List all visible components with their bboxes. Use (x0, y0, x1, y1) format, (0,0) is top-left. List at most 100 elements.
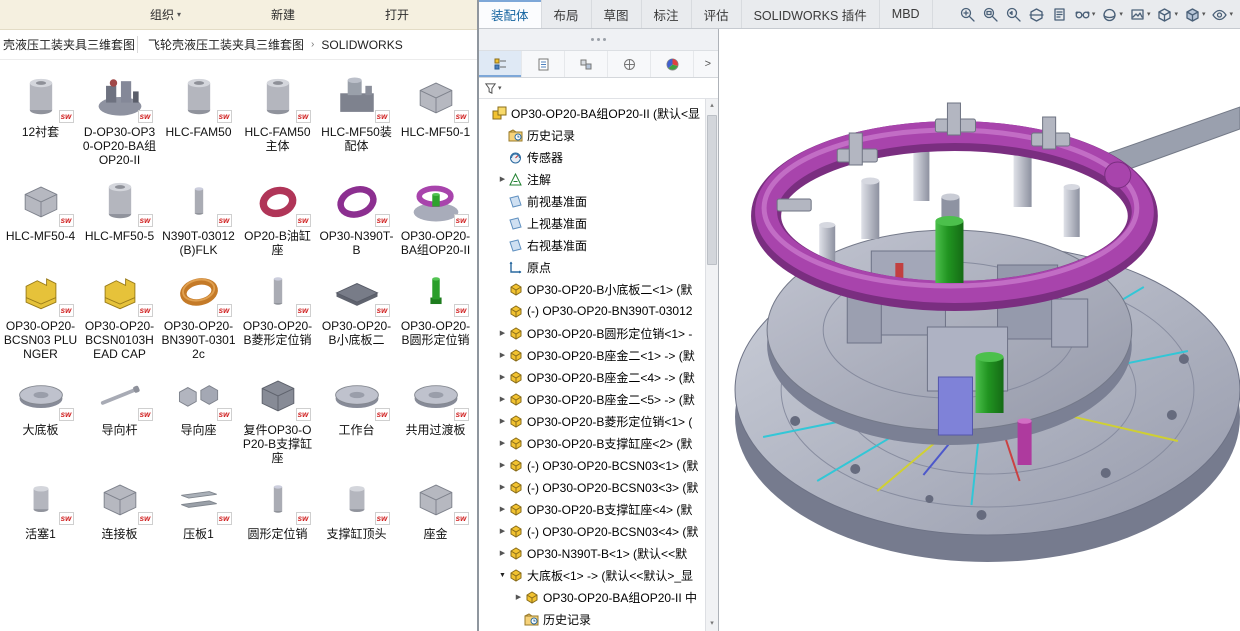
scrollbar-thumb[interactable] (707, 115, 717, 265)
scroll-up-icon[interactable]: ▴ (706, 99, 718, 113)
annotation-view-icon[interactable] (1048, 4, 1071, 25)
zoom-fit-icon[interactable] (956, 4, 979, 25)
tree-item[interactable]: 历史记录 (479, 608, 705, 630)
displaymanager-tab[interactable] (651, 51, 694, 77)
expand-arrow-icon[interactable]: ▶ (497, 351, 508, 359)
graphics-area[interactable] (719, 29, 1240, 631)
tree-item[interactable]: ▶ OP30-OP20-B菱形定位销<1> ( (479, 410, 705, 432)
file-item[interactable]: sw HLC-MF50-5 (81, 176, 159, 257)
tree-item[interactable]: ▶ OP30-OP20-B座金二<1> -> (默 (479, 344, 705, 366)
open-button[interactable]: 打开 (375, 3, 419, 26)
tree-item[interactable]: ▼ 大底板<1> -> (默认<<默认>_显 (479, 564, 705, 586)
tree-item[interactable]: ▶ OP30-OP20-B圆形定位销<1> - (479, 322, 705, 344)
file-item[interactable]: sw 压板1 (160, 474, 238, 541)
file-item[interactable]: sw 座金 (397, 474, 475, 541)
tree-item[interactable]: OP30-OP20-B小底板二<1> (默 (479, 278, 705, 300)
file-item[interactable]: sw 12衬套 (2, 72, 80, 167)
tree-item[interactable]: ▶ (-) OP30-OP20-BCSN03<4> (默 (479, 520, 705, 542)
file-item[interactable]: sw HLC-FAM50 (160, 72, 238, 167)
file-item[interactable]: sw OP20-B油缸座 (239, 176, 317, 257)
view-orientation-icon[interactable]: ▾ (1153, 4, 1181, 25)
tree-item[interactable]: ▶ (-) OP30-OP20-BCSN03<1> (默 (479, 454, 705, 476)
file-item[interactable]: sw HLC-FAM50主体 (239, 72, 317, 167)
expand-arrow-icon[interactable]: ▶ (497, 373, 508, 381)
tree-item[interactable]: 历史记录 (479, 124, 705, 146)
file-item[interactable]: sw 支撑缸顶头 (318, 474, 396, 541)
expand-arrow-icon[interactable]: ▼ (497, 572, 508, 579)
tree-item[interactable]: ▶ 注解 (479, 168, 705, 190)
panel-splitter-handle[interactable] (591, 38, 606, 41)
scroll-down-icon[interactable]: ▾ (706, 617, 718, 631)
tree-item[interactable]: 原点 (479, 256, 705, 278)
file-item[interactable]: sw 连接板 (81, 474, 159, 541)
file-item[interactable]: sw 导向杆 (81, 370, 159, 465)
display-style-icon[interactable]: ▾ (1181, 4, 1209, 25)
expand-arrow-icon[interactable]: ▶ (497, 461, 508, 469)
section-view-icon[interactable] (1025, 4, 1048, 25)
tree-item[interactable]: ▶ OP30-N390T-B<1> (默认<<默 (479, 542, 705, 564)
file-item[interactable]: sw OP30-OP20-BCSN0103HEAD CAP (81, 266, 159, 361)
zoom-previous-icon[interactable] (1002, 4, 1025, 25)
tree-item[interactable]: 上视基准面 (479, 212, 705, 234)
file-item[interactable]: sw N390T-03012(B)FLK (160, 176, 238, 257)
tab-mbd[interactable]: MBD (880, 0, 933, 28)
file-item[interactable]: sw 大底板 (2, 370, 80, 465)
file-item[interactable]: sw 复件OP30-OP20-B支撑缸座 (239, 370, 317, 465)
file-item[interactable]: sw 工作台 (318, 370, 396, 465)
tab-evaluate[interactable]: 评估 (692, 0, 742, 28)
file-item[interactable]: sw OP30-N390T-B (318, 176, 396, 257)
tree-item[interactable]: OP30-OP20-BA组OP20-II (默认<显 (479, 102, 705, 124)
filter-icon[interactable] (484, 82, 497, 95)
file-item[interactable]: sw 活塞1 (2, 474, 80, 541)
file-item[interactable]: sw 圆形定位销 (239, 474, 317, 541)
expand-arrow-icon[interactable]: ▶ (497, 439, 508, 447)
file-item[interactable]: sw OP30-OP20-BA组OP20-II (397, 176, 475, 257)
tree-item[interactable]: ▶ OP30-OP20-B座金二<5> -> (默 (479, 388, 705, 410)
file-item[interactable]: sw HLC-MF50-1 (397, 72, 475, 167)
tree-scrollbar[interactable]: ▴ ▾ (705, 99, 718, 631)
tree-item[interactable]: ▶ OP30-OP20-B支撑缸座<2> (默 (479, 432, 705, 454)
file-item[interactable]: sw OP30-OP20-B圆形定位销 (397, 266, 475, 361)
expand-arrow-icon[interactable]: ▶ (497, 417, 508, 425)
expand-arrow-icon[interactable]: ▶ (497, 175, 508, 183)
file-item[interactable]: sw OP30-OP20-B菱形定位销 (239, 266, 317, 361)
featuremanager-design-tree-tab[interactable] (479, 51, 522, 77)
hide-show-icon[interactable]: ▾ (1071, 4, 1099, 25)
expand-arrow-icon[interactable]: ▶ (497, 395, 508, 403)
file-item[interactable]: sw HLC-MF50-4 (2, 176, 80, 257)
tree-item[interactable]: ▶ OP30-OP20-B座金二<4> -> (默 (479, 366, 705, 388)
folder-tab[interactable]: 壳液压工装夹具三维套图 (0, 36, 138, 53)
visibility-options-icon[interactable]: ▾ (1208, 4, 1236, 25)
tab-layout[interactable]: 布局 (542, 0, 592, 28)
expand-arrow-icon[interactable]: ▶ (497, 549, 508, 557)
appearance-icon[interactable]: ▾ (1098, 4, 1126, 25)
tree-item[interactable]: ▶ (-) OP30-OP20-BCSN03<3> (默 (479, 476, 705, 498)
tree-item[interactable]: (-) OP30-OP20-BN390T-03012 (479, 300, 705, 322)
file-item[interactable]: sw 共用过渡板 (397, 370, 475, 465)
expand-arrow-icon[interactable]: ▶ (497, 329, 508, 337)
tree-item[interactable]: 右视基准面 (479, 234, 705, 256)
tab-assembly[interactable]: 装配体 (479, 0, 542, 28)
propertymanager-tab[interactable] (522, 51, 565, 77)
expand-arrow-icon[interactable]: ▶ (497, 527, 508, 535)
tab-sketch[interactable]: 草图 (592, 0, 642, 28)
expand-arrow-icon[interactable]: ▶ (513, 593, 524, 601)
expand-arrow-icon[interactable]: ▶ (497, 483, 508, 491)
tree-item[interactable]: ▶ OP30-OP20-B支撑缸座<4> (默 (479, 498, 705, 520)
file-item[interactable]: sw OP30-OP20-B小底板二 (318, 266, 396, 361)
panel-tabs-overflow-button[interactable]: > (698, 51, 718, 77)
file-item[interactable]: sw D-OP30-OP30-OP20-BA组OP20-II (81, 72, 159, 167)
tree-item[interactable]: ▶ OP30-OP20-BA组OP20-II 中 (479, 586, 705, 608)
tab-annotate[interactable]: 标注 (642, 0, 692, 28)
zoom-area-icon[interactable] (979, 4, 1002, 25)
tree-item[interactable]: 前视基准面 (479, 190, 705, 212)
file-item[interactable]: sw HLC-MF50装配体 (318, 72, 396, 167)
tab-addins[interactable]: SOLIDWORKS 插件 (742, 0, 880, 28)
file-item[interactable]: sw OP30-OP20-BCSN03 PLUNGER (2, 266, 80, 361)
tree-item[interactable]: 传感器 (479, 146, 705, 168)
new-button[interactable]: 新建 (261, 3, 305, 26)
dimxpertmanager-tab[interactable] (608, 51, 651, 77)
organize-button[interactable]: 组织 ▾ (140, 3, 191, 26)
breadcrumb-subfolder[interactable]: SOLIDWORKS (321, 38, 402, 52)
breadcrumb-folder[interactable]: 飞轮壳液压工装夹具三维套图 (148, 36, 304, 53)
